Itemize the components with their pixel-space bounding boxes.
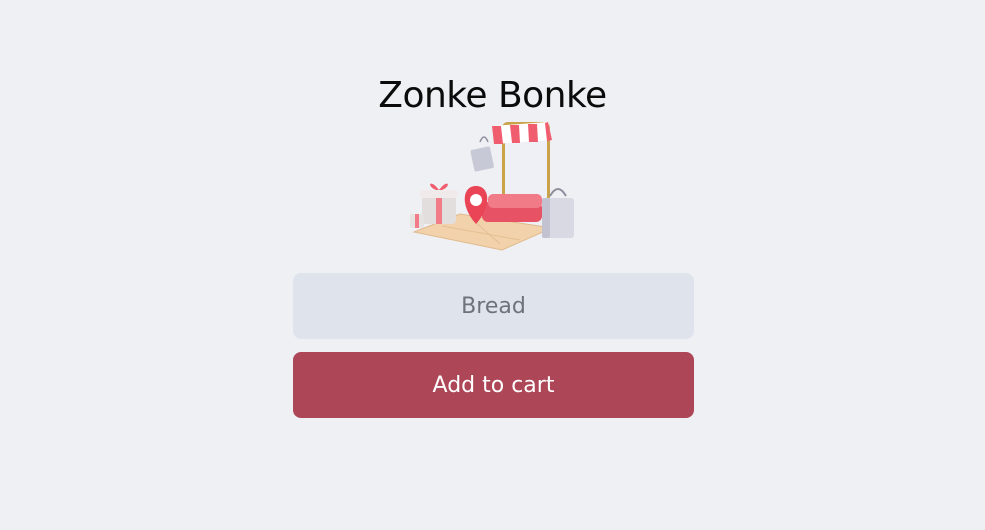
add-to-cart-button[interactable]: Add to cart — [293, 352, 694, 418]
page-title: Zonke Bonke — [378, 75, 607, 117]
item-input[interactable] — [293, 273, 694, 339]
app-root: Zonke Bonke Bread Add to cart — [0, 0, 985, 530]
shop-storefront-illustration-icon — [402, 116, 584, 254]
